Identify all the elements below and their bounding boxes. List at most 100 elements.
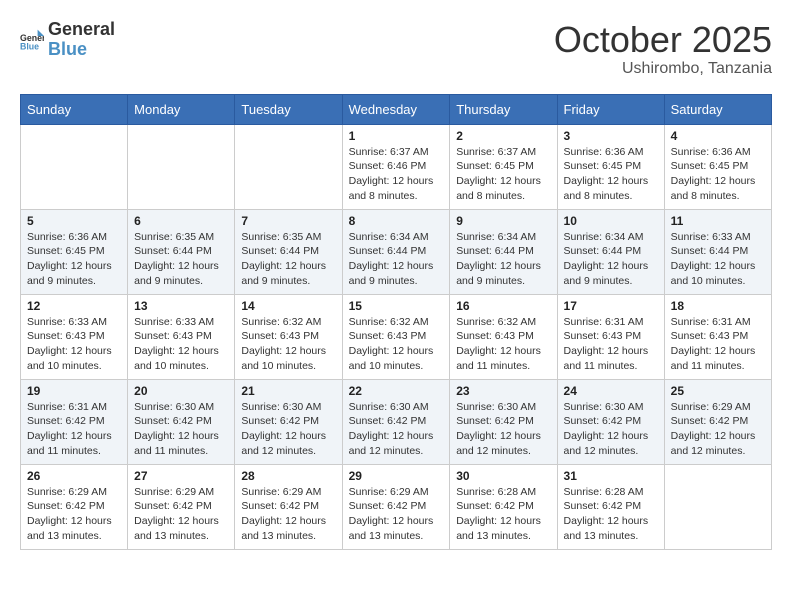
calendar-day-cell: 14 Sunrise: 6:32 AMSunset: 6:43 PMDayligh…: [235, 294, 342, 379]
day-info: Sunrise: 6:34 AMSunset: 6:44 PMDaylight:…: [349, 230, 444, 289]
calendar-day-cell: 16 Sunrise: 6:32 AMSunset: 6:43 PMDayligh…: [450, 294, 557, 379]
calendar-week-row: 19 Sunrise: 6:31 AMSunset: 6:42 PMDayligh…: [21, 379, 772, 464]
day-number: 29: [349, 469, 444, 483]
day-info: Sunrise: 6:30 AMSunset: 6:42 PMDaylight:…: [134, 400, 228, 459]
day-number: 19: [27, 384, 121, 398]
calendar-day-cell: 10 Sunrise: 6:34 AMSunset: 6:44 PMDayligh…: [557, 209, 664, 294]
calendar-day-cell: 2Sunrise: 6:37 AMSunset: 6:45 PMDaylight…: [450, 124, 557, 209]
calendar-day-cell: 20 Sunrise: 6:30 AMSunset: 6:42 PMDayligh…: [128, 379, 235, 464]
day-number: 1: [349, 129, 444, 143]
day-number: 18: [671, 299, 765, 313]
day-number: 3: [564, 129, 658, 143]
day-number: 5: [27, 214, 121, 228]
calendar-day-cell: 26 Sunrise: 6:29 AMSunset: 6:42 PMDayligh…: [21, 464, 128, 549]
day-info: Sunrise: 6:29 AMSunset: 6:42 PMDaylight:…: [671, 400, 765, 459]
title-block: October 2025 Ushirombo, Tanzania: [554, 20, 772, 78]
calendar-day-cell: 23 Sunrise: 6:30 AMSunset: 6:42 PMDayligh…: [450, 379, 557, 464]
calendar-day-cell: 22Sunrise: 6:30 AMSunset: 6:42 PMDayligh…: [342, 379, 450, 464]
day-info: Sunrise: 6:32 AMSunset: 6:43 PMDaylight:…: [456, 315, 550, 374]
day-number: 15: [349, 299, 444, 313]
calendar-header-row: SundayMondayTuesdayWednesdayThursdayFrid…: [21, 94, 772, 124]
calendar-day-cell: 28Sunrise: 6:29 AMSunset: 6:42 PMDayligh…: [235, 464, 342, 549]
calendar-day-cell: 24 Sunrise: 6:30 AMSunset: 6:42 PMDayligh…: [557, 379, 664, 464]
calendar-week-row: 1Sunrise: 6:37 AMSunset: 6:46 PMDaylight…: [21, 124, 772, 209]
day-number: 24: [564, 384, 658, 398]
day-info: Sunrise: 6:34 AMSunset: 6:44 PMDaylight:…: [456, 230, 550, 289]
day-info: Sunrise: 6:29 AMSunset: 6:42 PMDaylight:…: [134, 485, 228, 544]
calendar-week-row: 26 Sunrise: 6:29 AMSunset: 6:42 PMDayligh…: [21, 464, 772, 549]
calendar-day-cell: 29 Sunrise: 6:29 AMSunset: 6:42 PMDayligh…: [342, 464, 450, 549]
day-number: 12: [27, 299, 121, 313]
day-number: 26: [27, 469, 121, 483]
calendar-day-cell: 8 Sunrise: 6:34 AMSunset: 6:44 PMDaylight…: [342, 209, 450, 294]
day-number: 4: [671, 129, 765, 143]
day-info: Sunrise: 6:32 AMSunset: 6:43 PMDaylight:…: [349, 315, 444, 374]
day-number: 2: [456, 129, 550, 143]
day-number: 20: [134, 384, 228, 398]
day-info: Sunrise: 6:28 AMSunset: 6:42 PMDaylight:…: [456, 485, 550, 544]
calendar-day-cell: [21, 124, 128, 209]
calendar-day-cell: 19 Sunrise: 6:31 AMSunset: 6:42 PMDayligh…: [21, 379, 128, 464]
day-info: Sunrise: 6:35 AMSunset: 6:44 PMDaylight:…: [241, 230, 335, 289]
calendar-day-cell: 30 Sunrise: 6:28 AMSunset: 6:42 PMDayligh…: [450, 464, 557, 549]
calendar-table: SundayMondayTuesdayWednesdayThursdayFrid…: [20, 94, 772, 550]
day-number: 27: [134, 469, 228, 483]
day-number: 30: [456, 469, 550, 483]
logo-blue-text: Blue: [48, 40, 115, 60]
day-number: 22: [349, 384, 444, 398]
day-number: 21: [241, 384, 335, 398]
day-info: Sunrise: 6:33 AMSunset: 6:43 PMDaylight:…: [134, 315, 228, 374]
day-info: Sunrise: 6:36 AMSunset: 6:45 PMDaylight:…: [564, 145, 658, 204]
day-of-week-header: Tuesday: [235, 94, 342, 124]
calendar-day-cell: 17Sunrise: 6:31 AMSunset: 6:43 PMDayligh…: [557, 294, 664, 379]
day-info: Sunrise: 6:32 AMSunset: 6:43 PMDaylight:…: [241, 315, 335, 374]
day-of-week-header: Thursday: [450, 94, 557, 124]
day-of-week-header: Saturday: [664, 94, 771, 124]
day-info: Sunrise: 6:30 AMSunset: 6:42 PMDaylight:…: [564, 400, 658, 459]
day-of-week-header: Sunday: [21, 94, 128, 124]
calendar-day-cell: 6 Sunrise: 6:35 AMSunset: 6:44 PMDaylight…: [128, 209, 235, 294]
day-info: Sunrise: 6:33 AMSunset: 6:43 PMDaylight:…: [27, 315, 121, 374]
calendar-week-row: 12 Sunrise: 6:33 AMSunset: 6:43 PMDayligh…: [21, 294, 772, 379]
day-number: 10: [564, 214, 658, 228]
day-number: 23: [456, 384, 550, 398]
day-info: Sunrise: 6:31 AMSunset: 6:43 PMDaylight:…: [564, 315, 658, 374]
day-number: 9: [456, 214, 550, 228]
day-info: Sunrise: 6:29 AMSunset: 6:42 PMDaylight:…: [241, 485, 335, 544]
calendar-day-cell: 25 Sunrise: 6:29 AMSunset: 6:42 PMDayligh…: [664, 379, 771, 464]
month-title: October 2025: [554, 20, 772, 60]
calendar-day-cell: [235, 124, 342, 209]
calendar-day-cell: 11Sunrise: 6:33 AMSunset: 6:44 PMDayligh…: [664, 209, 771, 294]
calendar-day-cell: 18 Sunrise: 6:31 AMSunset: 6:43 PMDayligh…: [664, 294, 771, 379]
calendar-day-cell: 1Sunrise: 6:37 AMSunset: 6:46 PMDaylight…: [342, 124, 450, 209]
day-of-week-header: Friday: [557, 94, 664, 124]
day-number: 13: [134, 299, 228, 313]
logo-general-text: General: [48, 20, 115, 40]
day-number: 16: [456, 299, 550, 313]
day-info: Sunrise: 6:35 AMSunset: 6:44 PMDaylight:…: [134, 230, 228, 289]
day-number: 7: [241, 214, 335, 228]
calendar-day-cell: 27 Sunrise: 6:29 AMSunset: 6:42 PMDayligh…: [128, 464, 235, 549]
day-number: 31: [564, 469, 658, 483]
calendar-day-cell: 3 Sunrise: 6:36 AMSunset: 6:45 PMDaylight…: [557, 124, 664, 209]
calendar-day-cell: 31Sunrise: 6:28 AMSunset: 6:42 PMDayligh…: [557, 464, 664, 549]
calendar-day-cell: [128, 124, 235, 209]
day-info: Sunrise: 6:31 AMSunset: 6:43 PMDaylight:…: [671, 315, 765, 374]
calendar-day-cell: 13 Sunrise: 6:33 AMSunset: 6:43 PMDayligh…: [128, 294, 235, 379]
day-info: Sunrise: 6:31 AMSunset: 6:42 PMDaylight:…: [27, 400, 121, 459]
location-title: Ushirombo, Tanzania: [554, 60, 772, 78]
day-number: 8: [349, 214, 444, 228]
logo-icon: General Blue: [20, 28, 44, 52]
svg-text:Blue: Blue: [20, 41, 39, 51]
day-info: Sunrise: 6:36 AMSunset: 6:45 PMDaylight:…: [671, 145, 765, 204]
day-number: 25: [671, 384, 765, 398]
day-info: Sunrise: 6:33 AMSunset: 6:44 PMDaylight:…: [671, 230, 765, 289]
day-info: Sunrise: 6:30 AMSunset: 6:42 PMDaylight:…: [456, 400, 550, 459]
day-info: Sunrise: 6:29 AMSunset: 6:42 PMDaylight:…: [349, 485, 444, 544]
calendar-day-cell: [664, 464, 771, 549]
day-number: 14: [241, 299, 335, 313]
day-number: 6: [134, 214, 228, 228]
page-header: General Blue General Blue October 2025 U…: [20, 20, 772, 78]
day-info: Sunrise: 6:29 AMSunset: 6:42 PMDaylight:…: [27, 485, 121, 544]
day-info: Sunrise: 6:34 AMSunset: 6:44 PMDaylight:…: [564, 230, 658, 289]
